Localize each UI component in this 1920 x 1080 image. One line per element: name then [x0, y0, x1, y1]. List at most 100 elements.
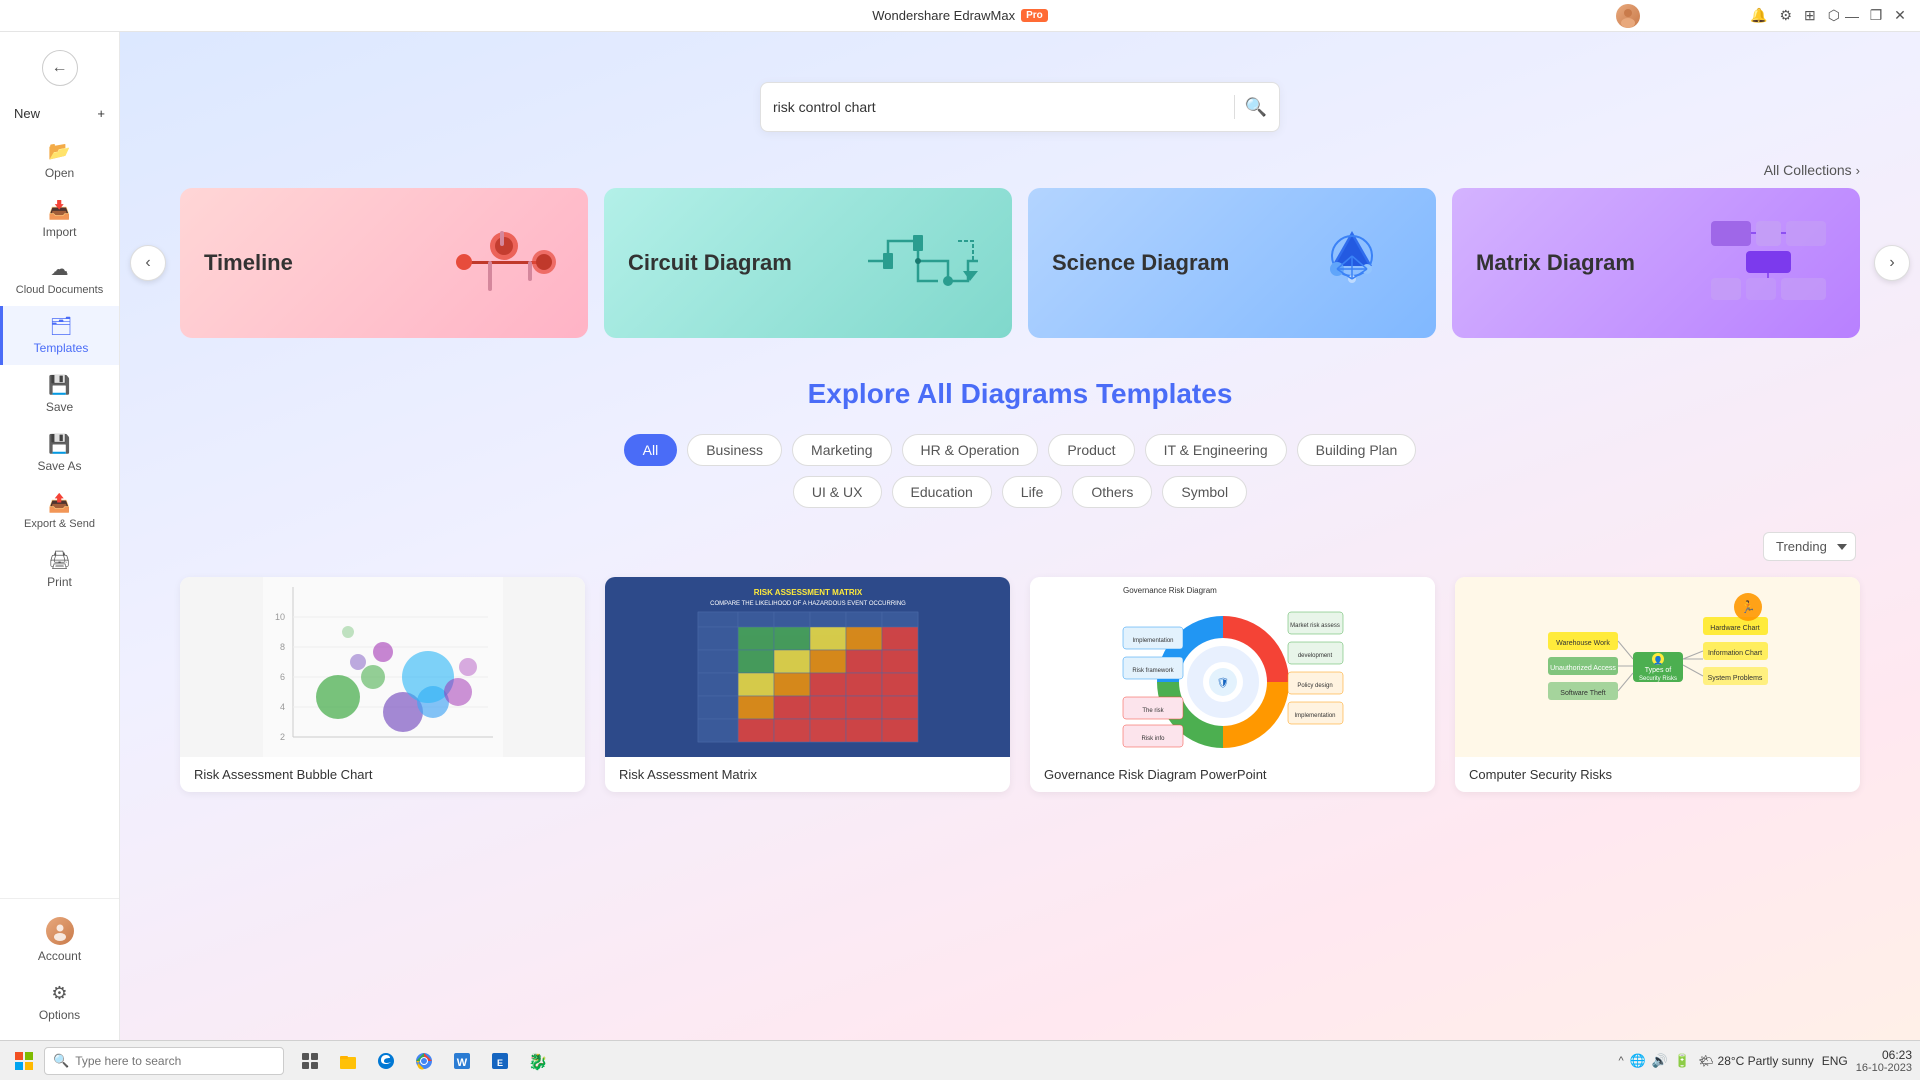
sidebar-item-account[interactable]: Account [0, 907, 119, 973]
filter-product[interactable]: Product [1048, 434, 1134, 466]
svg-text:🐉: 🐉 [528, 1052, 548, 1071]
sidebar-item-new[interactable]: New + [0, 96, 119, 131]
svg-text:Unauthorized Access: Unauthorized Access [1550, 665, 1616, 672]
notification-icon[interactable]: 🔔 [1750, 7, 1767, 24]
svg-text:Risk info: Risk info [1141, 736, 1165, 742]
template-thumb-security: Types of Security Risks 👤 Warehouse Work… [1455, 577, 1860, 757]
carousel-prev-button[interactable]: ‹ [130, 245, 166, 281]
user-avatar[interactable] [1616, 4, 1640, 28]
circuit-title: Circuit Diagram [628, 250, 792, 276]
account-avatar [46, 917, 74, 945]
search-input[interactable] [773, 99, 1224, 115]
taskbar-app-edge[interactable] [368, 1045, 404, 1077]
back-icon[interactable]: ← [42, 50, 78, 86]
svg-text:W: W [457, 1057, 468, 1069]
svg-text:10: 10 [274, 612, 284, 622]
svg-text:4: 4 [279, 702, 284, 712]
carousel-card-timeline[interactable]: Timeline [180, 188, 588, 338]
taskbar-chevron-icon[interactable]: ^ [1619, 1055, 1624, 1067]
svg-text:E: E [497, 1058, 503, 1068]
svg-text:Policy design: Policy design [1297, 683, 1332, 689]
options-label: Options [39, 1008, 80, 1022]
import-icon: 📥 [48, 200, 70, 221]
sort-select[interactable]: Trending Newest Popular [1763, 532, 1856, 561]
search-button[interactable]: 🔍 [1245, 97, 1267, 118]
taskbar-search-box[interactable]: 🔍 [44, 1047, 284, 1075]
svg-text:Implementation: Implementation [1294, 713, 1335, 719]
svg-text:Implementation: Implementation [1132, 638, 1173, 644]
print-label: Print [47, 575, 72, 589]
sidebar-item-open[interactable]: 📂 Open [0, 131, 119, 190]
taskbar-volume-icon[interactable]: 🔊 [1652, 1053, 1668, 1069]
taskbar-app-edraw[interactable]: E [482, 1045, 518, 1077]
sidebar-item-export[interactable]: 📤 Export & Send [0, 483, 119, 540]
filter-education[interactable]: Education [892, 476, 992, 508]
window-controls[interactable]: — ❐ ✕ [1844, 0, 1908, 31]
carousel-card-science[interactable]: Science Diagram [1028, 188, 1436, 338]
taskbar-battery-icon[interactable]: 🔋 [1674, 1053, 1690, 1069]
carousel-card-matrix[interactable]: Matrix Diagram [1452, 188, 1860, 338]
all-collections-chevron: › [1856, 163, 1860, 178]
restore-button[interactable]: ❐ [1868, 8, 1884, 24]
grid-icon[interactable]: ⊞ [1804, 7, 1816, 24]
taskbar-apps: W E 🐉 [292, 1045, 556, 1077]
filter-others[interactable]: Others [1072, 476, 1152, 508]
sidebar-item-import[interactable]: 📥 Import [0, 190, 119, 249]
sidebar-item-cloud[interactable]: ☁ Cloud Documents [0, 249, 119, 306]
filter-ui[interactable]: UI & UX [793, 476, 882, 508]
taskbar-app-dragon[interactable]: 🐉 [520, 1045, 556, 1077]
taskbar-language: ENG [1822, 1054, 1848, 1068]
template-thumb-bubble: 10 8 6 4 2 [180, 577, 585, 757]
filter-all[interactable]: All [624, 434, 678, 466]
sort-container: Trending Newest Popular [180, 532, 1860, 561]
taskbar-app-taskview[interactable] [292, 1045, 328, 1077]
sidebar-item-templates[interactable]: 🗂 Templates [0, 306, 119, 365]
filter-marketing[interactable]: Marketing [792, 434, 891, 466]
sidebar-item-save[interactable]: 💾 Save [0, 365, 119, 424]
taskbar-app-explorer[interactable] [330, 1045, 366, 1077]
minimize-button[interactable]: — [1844, 8, 1860, 24]
template-thumb-matrix: RISK ASSESSMENT MATRIX COMPARE THE LIKEL… [605, 577, 1010, 757]
carousel: ‹ Timeline [120, 188, 1920, 338]
share-icon[interactable]: ⬡ [1828, 7, 1840, 24]
filter-business[interactable]: Business [687, 434, 782, 466]
template-card-security[interactable]: Types of Security Risks 👤 Warehouse Work… [1455, 577, 1860, 792]
main-content: 🔍 All Collections › ‹ Timeline [120, 32, 1920, 1040]
template-card-bubble[interactable]: 10 8 6 4 2 [180, 577, 585, 792]
template-card-matrix[interactable]: RISK ASSESSMENT MATRIX COMPARE THE LIKEL… [605, 577, 1010, 792]
app-title: Wondershare EdrawMax Pro [872, 8, 1048, 23]
sidebar-item-options[interactable]: ⚙ Options [0, 973, 119, 1032]
taskbar-app-chrome[interactable] [406, 1045, 442, 1077]
template-title-security: Computer Security Risks [1455, 757, 1860, 792]
filter-symbol[interactable]: Symbol [1162, 476, 1247, 508]
back-button[interactable]: ← [0, 40, 119, 96]
timeline-icon [444, 211, 564, 316]
carousel-inner: Timeline [180, 188, 1860, 338]
svg-text:COMPARE THE LIKELIHOOD OF A HA: COMPARE THE LIKELIHOOD OF A HAZARDOUS EV… [710, 601, 906, 607]
filter-building[interactable]: Building Plan [1297, 434, 1417, 466]
sidebar-item-print[interactable]: 🖨 Print [0, 540, 119, 599]
taskbar-search-input[interactable] [75, 1054, 275, 1068]
timeline-title: Timeline [204, 250, 293, 276]
svg-text:🏃: 🏃 [1740, 600, 1755, 614]
filter-it[interactable]: IT & Engineering [1145, 434, 1287, 466]
open-icon: 📂 [48, 141, 70, 162]
taskbar-network-icon[interactable]: 🌐 [1630, 1053, 1646, 1069]
app-body: ← New + 📂 Open 📥 Import ☁ Cloud Document… [0, 32, 1920, 1040]
filter-life[interactable]: Life [1002, 476, 1063, 508]
filter-hr[interactable]: HR & Operation [902, 434, 1039, 466]
sidebar-item-save-as[interactable]: 💾 Save As [0, 424, 119, 483]
settings-icon[interactable]: ⚙ [1779, 7, 1792, 24]
taskbar-app-word[interactable]: W [444, 1045, 480, 1077]
all-collections-link[interactable]: All Collections [1764, 162, 1852, 178]
carousel-next-button[interactable]: › [1874, 245, 1910, 281]
print-icon: 🖨 [48, 550, 71, 571]
template-card-governance[interactable]: Governance Risk Diagram [1030, 577, 1435, 792]
taskbar-start-button[interactable] [8, 1045, 40, 1077]
close-button[interactable]: ✕ [1892, 8, 1908, 24]
weather-text: 28°C Partly sunny [1718, 1054, 1814, 1068]
save-icon: 💾 [48, 375, 70, 396]
carousel-card-circuit[interactable]: Circuit Diagram [604, 188, 1012, 338]
cloud-label: Cloud Documents [16, 284, 103, 296]
new-plus-icon: + [97, 106, 105, 121]
